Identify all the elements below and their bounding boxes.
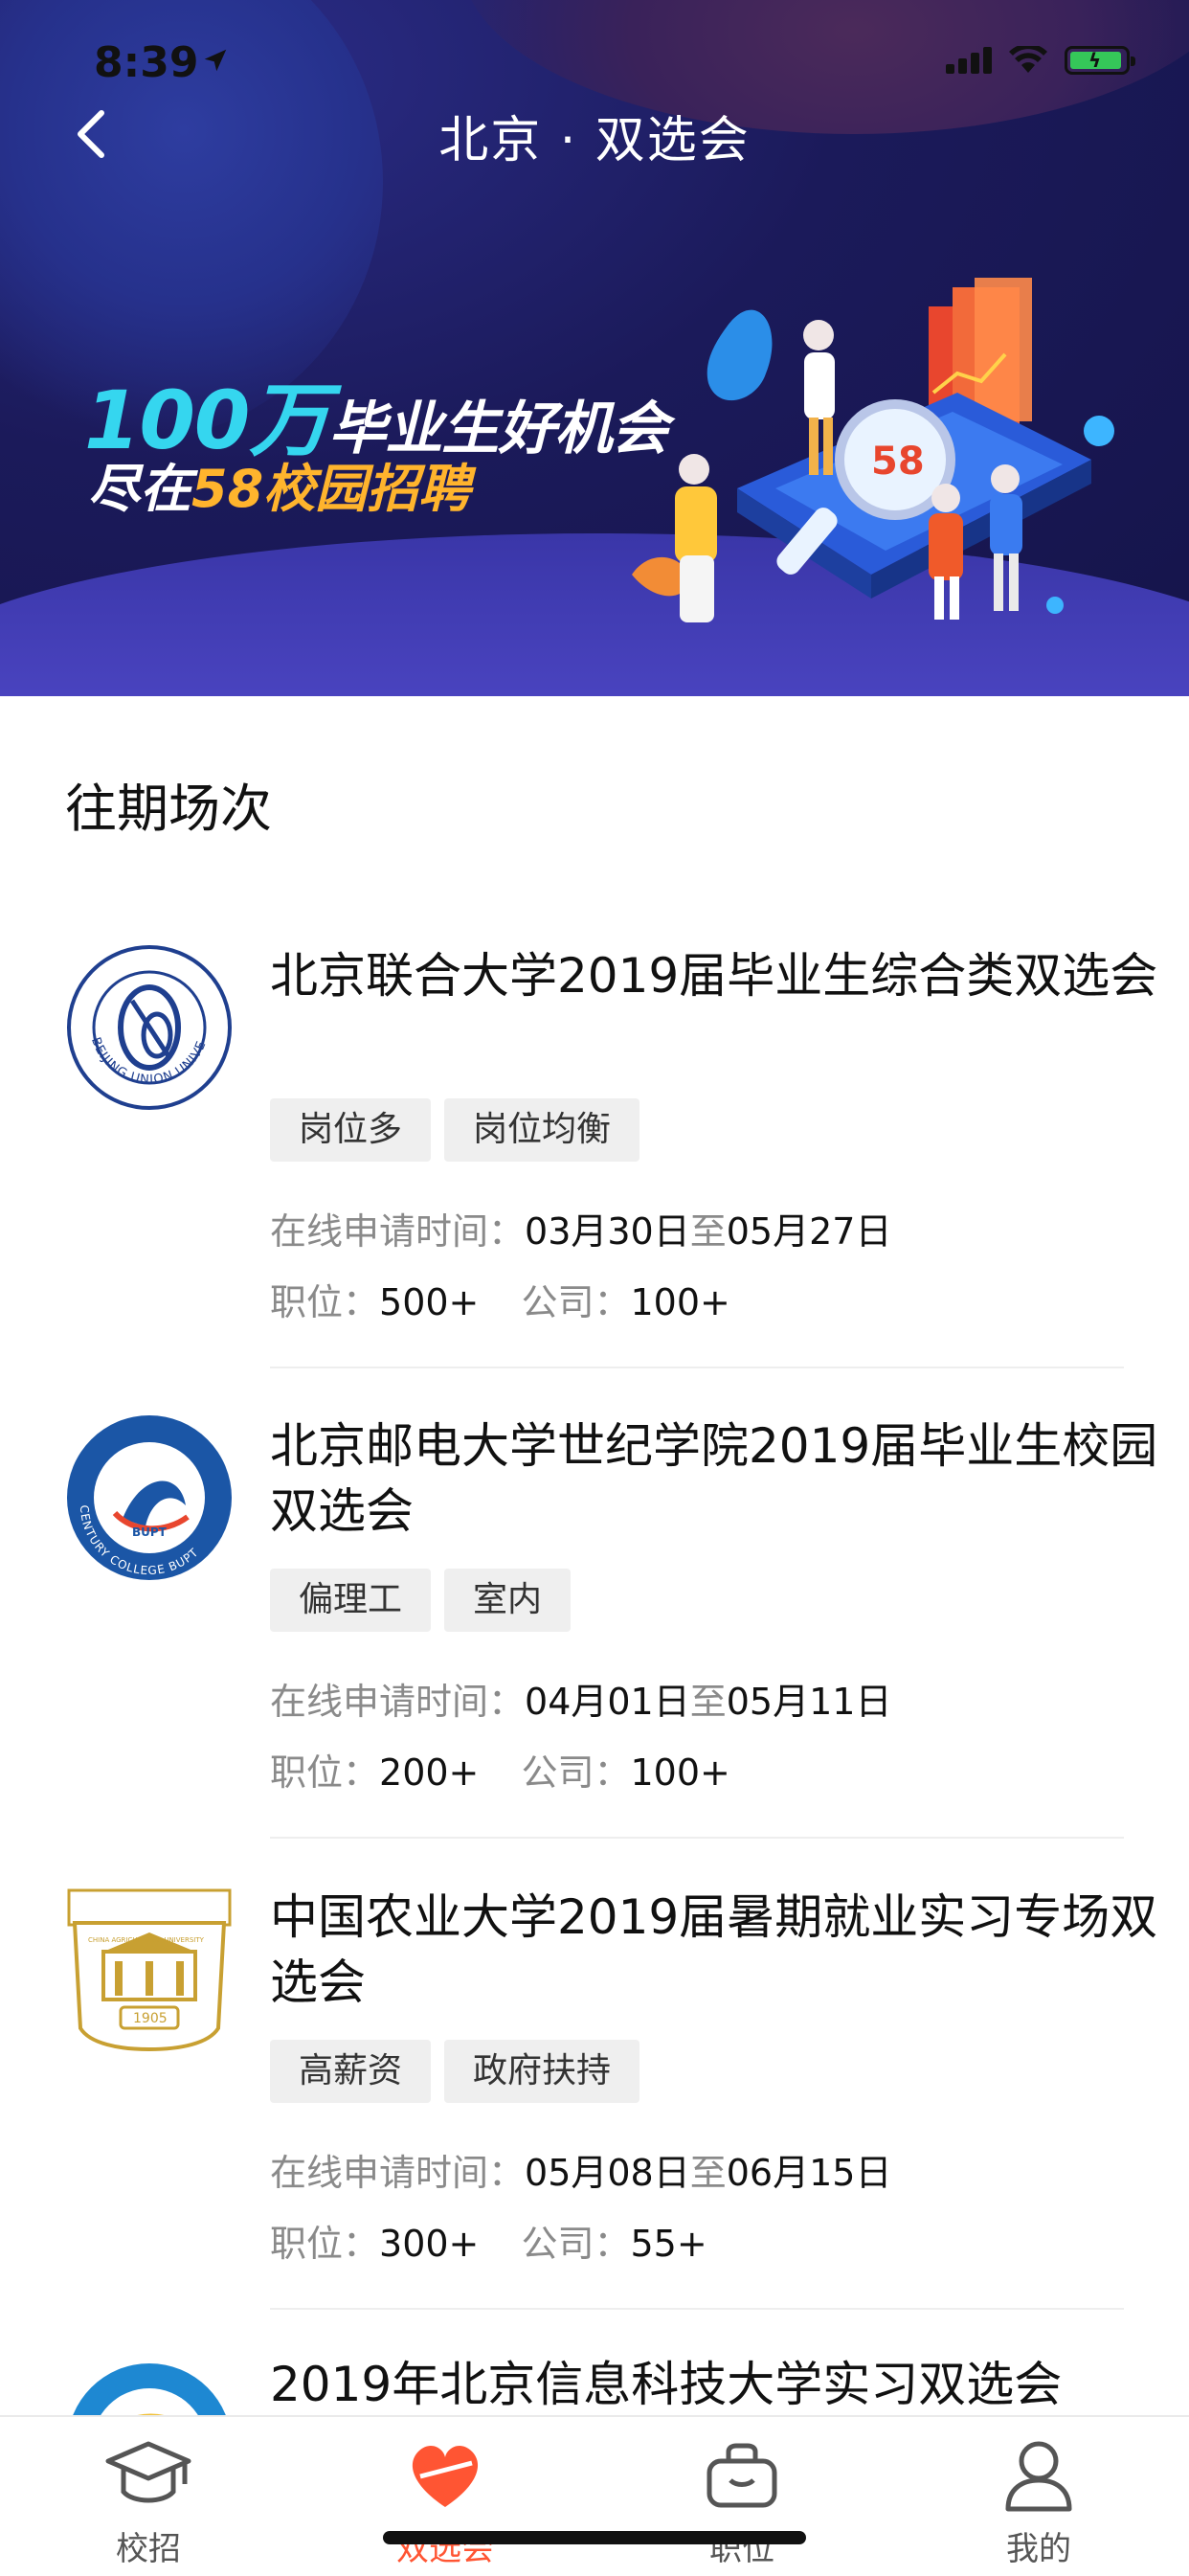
- tag: 岗位均衡: [444, 1098, 640, 1162]
- apply-to: 至: [689, 1681, 727, 1723]
- event-stats: 职位：200+ 公司：100+: [270, 1743, 730, 1796]
- location-arrow-icon: [204, 49, 227, 72]
- cellular-signal-icon: [946, 47, 992, 74]
- event-card[interactable]: 2019年北京信息科技大学实习双选会: [65, 2356, 1124, 2415]
- home-indicator[interactable]: [383, 2531, 806, 2544]
- apply-end-date: 05月11日: [726, 1681, 892, 1723]
- apply-to: 至: [689, 2152, 727, 2194]
- positions-label: 职位：: [270, 1751, 380, 1794]
- companies-label: 公司：: [521, 1281, 631, 1323]
- tab-job-fair[interactable]: 双选会: [297, 2417, 594, 2576]
- event-card[interactable]: 1905 CHINA AGRICULTURAL UNIVERSITY 中国农业大…: [65, 1885, 1157, 2316]
- positions-label: 职位：: [270, 1281, 380, 1323]
- svg-text:CHINA AGRICULTURAL UNIVERSITY: CHINA AGRICULTURAL UNIVERSITY: [88, 1936, 205, 1944]
- tab-label: 校招: [116, 2530, 181, 2568]
- tab-campus-recruit[interactable]: 校招: [0, 2417, 297, 2576]
- svg-text:BUPT: BUPT: [132, 1525, 168, 1539]
- illustration-58-text: 58: [871, 440, 925, 484]
- recruiting-illustration: 58: [632, 278, 1114, 622]
- positions-count: 200+: [379, 1751, 480, 1794]
- graduation-cap-icon: [105, 2441, 191, 2503]
- event-stats: 职位：500+ 公司：100+: [270, 1273, 730, 1325]
- bottom-tab-bar: 校招 双选会 职位 我的: [0, 2415, 1189, 2576]
- tab-mine[interactable]: 我的: [890, 2417, 1187, 2576]
- apply-end-date: 05月27日: [726, 1210, 892, 1253]
- beijing-union-university-logo: BEIJING UNION UNIVERSITY: [65, 943, 232, 1110]
- promo-subline: 尽在58校园招聘: [88, 446, 470, 522]
- heart-icon: [412, 2445, 479, 2507]
- event-card[interactable]: BUPT CENTURY COLLEGE BUPT 北京邮电大学世纪学院2019…: [65, 1413, 1157, 1844]
- apply-start-date: 03月30日: [525, 1210, 690, 1253]
- china-agricultural-university-logo: 1905 CHINA AGRICULTURAL UNIVERSITY: [67, 1888, 232, 2052]
- companies-count: 55+: [630, 2223, 707, 2265]
- person-icon: [1005, 2441, 1072, 2512]
- banner: 8:39 ϟ 北京 · 双选会 100万毕业生好机会 尽在58校园招聘 58: [0, 0, 1189, 696]
- status-indicators: ϟ: [946, 46, 1135, 75]
- event-title[interactable]: 中国农业大学2019届暑期就业实习专场双选会: [270, 1885, 1170, 2015]
- apply-time-label: 在线申请时间：: [270, 1681, 526, 1723]
- tag: 室内: [444, 1569, 572, 1632]
- tab-label: 我的: [1006, 2530, 1071, 2568]
- event-stats: 职位：300+ 公司：55+: [270, 2214, 707, 2267]
- positions-count: 300+: [379, 2223, 480, 2265]
- tag: 政府扶持: [444, 2040, 640, 2103]
- apply-start-date: 04月01日: [525, 1681, 690, 1723]
- apply-start-date: 05月08日: [525, 2152, 690, 2194]
- event-card[interactable]: BEIJING UNION UNIVERSITY 北京联合大学2019届毕业生综…: [65, 943, 1157, 1374]
- positions-count: 500+: [379, 1281, 480, 1323]
- promo-subline-highlight: 58校园招聘: [191, 459, 471, 519]
- apply-end-date: 06月15日: [726, 2152, 892, 2194]
- apply-time: 在线申请时间：05月08日至06月15日: [270, 2143, 891, 2196]
- divider: [270, 1837, 1124, 1839]
- apply-time: 在线申请时间：03月30日至05月27日: [270, 1202, 891, 1254]
- tag: 偏理工: [270, 1569, 432, 1632]
- tab-positions[interactable]: 职位: [594, 2417, 890, 2576]
- battery-icon: ϟ: [1065, 46, 1135, 75]
- promo-subline-prefix: 尽在: [88, 459, 191, 519]
- divider: [270, 1367, 1124, 1368]
- positions-label: 职位：: [270, 2223, 380, 2265]
- companies-count: 100+: [630, 1751, 730, 1794]
- tag-list: 高薪资 政府扶持: [270, 2040, 640, 2103]
- divider: [270, 2308, 1124, 2310]
- event-title[interactable]: 2019年北京信息科技大学实习双选会: [270, 2356, 1124, 2415]
- wifi-icon: [1009, 46, 1047, 73]
- companies-label: 公司：: [521, 1751, 631, 1794]
- tag-list: 岗位多 岗位均衡: [270, 1098, 640, 1162]
- tab-label: 双选会: [396, 2530, 494, 2568]
- apply-time-label: 在线申请时间：: [270, 1210, 526, 1253]
- apply-to: 至: [689, 1210, 727, 1253]
- section-title: 往期场次: [65, 779, 272, 839]
- bupt-century-college-logo: BUPT CENTURY COLLEGE BUPT: [67, 1415, 232, 1580]
- apply-time: 在线申请时间：04月01日至05月11日: [270, 1672, 891, 1725]
- tag-list: 偏理工 室内: [270, 1569, 572, 1632]
- svg-text:1905: 1905: [133, 2011, 168, 2026]
- briefcase-icon: [707, 2443, 777, 2508]
- tag: 高薪资: [270, 2040, 432, 2103]
- companies-count: 100+: [630, 1281, 730, 1323]
- page-title: 北京 · 双选会: [438, 112, 751, 169]
- event-title[interactable]: 北京邮电大学世纪学院2019届毕业生校园双选会: [270, 1413, 1170, 1544]
- companies-label: 公司：: [521, 2223, 631, 2265]
- tag: 岗位多: [270, 1098, 432, 1162]
- apply-time-label: 在线申请时间：: [270, 2152, 526, 2194]
- status-time: 8:39: [94, 38, 199, 87]
- tab-label: 职位: [709, 2530, 774, 2568]
- beijing-information-science-university-logo: [73, 2363, 226, 2415]
- event-title[interactable]: 北京联合大学2019届毕业生综合类双选会: [270, 943, 1170, 1008]
